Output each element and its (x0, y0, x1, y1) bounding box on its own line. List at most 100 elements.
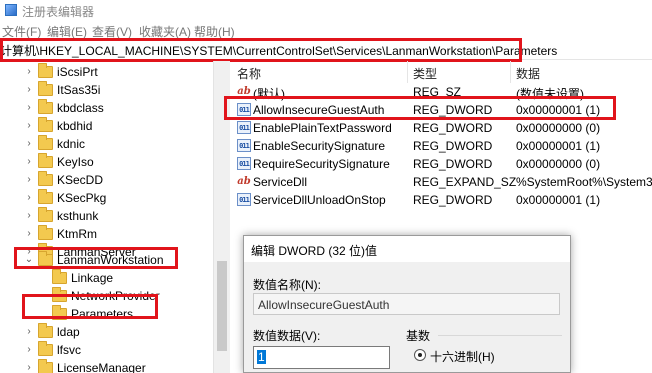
value-row[interactable]: 011 EnableSecuritySignature REG_DWORD 0x000… (231, 137, 652, 155)
expand-icon[interactable]: › (24, 102, 34, 113)
hex-radio-label[interactable]: 十六进制(H) (430, 348, 495, 365)
value-row[interactable]: ab (默认) REG_SZ (数值未设置) (231, 83, 652, 101)
tree-item-label: Parameters (71, 307, 134, 321)
tree-item-label: kbdclass (57, 101, 104, 115)
folder-icon (38, 135, 53, 150)
dialog-title-bar[interactable]: 编辑 DWORD (32 位)值 (244, 236, 570, 262)
value-data-label: 数值数据(V): (253, 329, 321, 343)
value-row[interactable]: 011 ServiceDllUnloadOnStop REG_DWORD 0x0000… (231, 191, 652, 209)
expand-icon[interactable]: › (24, 192, 34, 203)
folder-icon (38, 153, 53, 168)
expand-icon[interactable]: › (24, 326, 34, 337)
tree-item-label: iScsiPrt (57, 65, 98, 79)
folder-icon (38, 359, 53, 373)
scrollbar-thumb[interactable] (217, 261, 227, 351)
value-name-label: 数值名称(N): (253, 278, 321, 292)
value-row[interactable]: 011 RequireSecuritySignature REG_DWORD 0x00… (231, 155, 652, 173)
tree-item-ksthunk[interactable]: › ksthunk (0, 207, 213, 225)
base-group-divider (438, 335, 562, 336)
binary-value-icon: 011 (237, 103, 251, 116)
tree-item-label: KeyIso (57, 155, 94, 169)
column-divider[interactable] (510, 61, 511, 83)
folder-icon (38, 251, 53, 266)
address-path[interactable]: 计算机\HKEY_LOCAL_MACHINE\SYSTEM\CurrentCon… (0, 42, 557, 59)
value-data: 0x00000000 (0) (516, 121, 601, 135)
tree-item-ktmrm[interactable]: › KtmRm (0, 225, 213, 243)
edit-dword-dialog: 编辑 DWORD (32 位)值 数值名称(N): AllowInsecureG… (243, 235, 571, 373)
tree-item-label: kbdhid (57, 119, 93, 133)
hex-radio-button[interactable] (414, 349, 426, 361)
value-name-field: AllowInsecureGuestAuth (253, 293, 560, 315)
tree-item-label: NetworkProvider (71, 289, 160, 303)
value-data: 0x00000000 (0) (516, 157, 601, 171)
value-row[interactable]: 011 EnablePlainTextPassword REG_DWORD 0x000… (231, 119, 652, 137)
tree-item-kdnic[interactable]: › kdnic (0, 135, 213, 153)
tree-item-networkprovider[interactable]: NetworkProvider (0, 287, 213, 305)
value-type: REG_DWORD (413, 157, 493, 171)
tree-item-parameters[interactable]: Parameters (0, 305, 213, 323)
tree-item-label: ksthunk (57, 209, 99, 223)
tree-item-ldap[interactable]: › ldap (0, 323, 213, 341)
folder-icon (38, 171, 53, 186)
tree-item-label: kdnic (57, 137, 86, 151)
value-data-text[interactable]: 1 (257, 350, 266, 364)
tree-item-label: LicenseManager (57, 361, 146, 373)
tree-item-iscsiprt[interactable]: › iScsiPrt (0, 63, 213, 81)
regedit-app-icon (5, 4, 17, 16)
address-bar[interactable]: 计算机\HKEY_LOCAL_MACHINE\SYSTEM\CurrentCon… (0, 38, 652, 60)
expand-icon[interactable]: › (24, 228, 34, 239)
column-name[interactable]: 名称 (237, 65, 261, 82)
registry-tree: › iScsiPrt › ItSas35i › kbdclass › kbdhid › k… (0, 61, 213, 373)
expand-icon[interactable]: › (24, 156, 34, 167)
expand-icon[interactable]: › (24, 84, 34, 95)
value-data: %SystemRoot%\System32\w (516, 175, 652, 189)
tree-item-label: ItSas35i (57, 83, 101, 97)
collapse-icon[interactable]: ⌄ (24, 254, 34, 265)
tree-item-kbdhid[interactable]: › kbdhid (0, 117, 213, 135)
tree-item-label: KSecDD (57, 173, 104, 187)
tree-item-label: Linkage (71, 271, 114, 285)
column-divider[interactable] (407, 61, 408, 83)
folder-icon (38, 225, 53, 240)
tree-item-kbdclass[interactable]: › kbdclass (0, 99, 213, 117)
value-name: RequireSecuritySignature (253, 157, 390, 171)
expand-icon[interactable]: › (24, 362, 34, 373)
value-data-input[interactable]: 1 (253, 346, 390, 369)
tree-item-lfsvc[interactable]: › lfsvc (0, 341, 213, 359)
tree-item-ksecpkg[interactable]: › KSecPkg (0, 189, 213, 207)
binary-value-icon: 011 (237, 121, 251, 134)
value-type: REG_EXPAND_SZ (413, 175, 517, 189)
tree-item-keyiso[interactable]: › KeyIso (0, 153, 213, 171)
binary-value-icon: 011 (237, 139, 251, 152)
value-row[interactable]: 011 AllowInsecureGuestAuth REG_DWORD 0x0000… (231, 101, 652, 119)
value-type: REG_SZ (413, 85, 462, 99)
folder-icon (38, 99, 53, 114)
folder-icon (38, 63, 53, 78)
expand-icon[interactable]: › (24, 174, 34, 185)
tree-item-label: LanmanWorkstation (57, 253, 164, 267)
value-data: (数值未设置) (516, 87, 584, 101)
value-name: ServiceDllUnloadOnStop (253, 193, 386, 207)
expand-icon[interactable]: › (24, 210, 34, 221)
base-group-label: 基数 (406, 329, 431, 343)
folder-icon (52, 269, 67, 284)
tree-item-licensemanager[interactable]: › LicenseManager (0, 359, 213, 373)
tree-item-ksecdd[interactable]: › KSecDD (0, 171, 213, 189)
tree-item-itsas35i[interactable]: › ItSas35i (0, 81, 213, 99)
expand-icon[interactable]: › (24, 66, 34, 77)
value-row[interactable]: ab ServiceDll REG_EXPAND_SZ %SystemRoot%\Sy… (231, 173, 652, 191)
expand-icon[interactable]: › (24, 138, 34, 149)
tree-item-label: lfsvc (57, 343, 81, 357)
binary-value-icon: 011 (237, 157, 251, 170)
expand-icon[interactable]: › (24, 120, 34, 131)
value-type: REG_DWORD (413, 193, 493, 207)
column-data[interactable]: 数据 (516, 65, 540, 82)
column-type[interactable]: 类型 (413, 65, 437, 82)
value-name: EnableSecuritySignature (253, 139, 386, 153)
expand-icon[interactable]: › (24, 344, 34, 355)
tree-item-lanmanworkstation[interactable]: ⌄ LanmanWorkstation (0, 251, 213, 269)
tree-item-linkage[interactable]: Linkage (0, 269, 213, 287)
folder-icon (38, 117, 53, 132)
value-type: REG_DWORD (413, 121, 493, 135)
tree-scrollbar[interactable] (213, 61, 230, 373)
